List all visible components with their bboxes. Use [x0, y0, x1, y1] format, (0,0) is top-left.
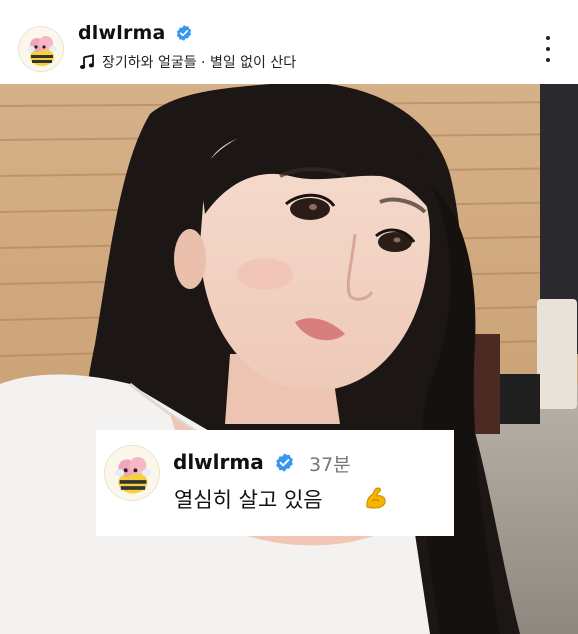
- comment-avatar[interactable]: [104, 445, 160, 501]
- story-photo[interactable]: dlwlrma 37분 열심히 살고 있음: [0, 84, 578, 634]
- more-options-button[interactable]: [536, 34, 560, 64]
- selfie-photo-illustration: [0, 84, 578, 634]
- bee-character-icon: [105, 446, 159, 500]
- verified-badge-icon: [176, 25, 192, 41]
- music-note-icon: [80, 54, 94, 69]
- bee-character-icon: [19, 27, 63, 71]
- verified-badge-icon: [276, 453, 293, 472]
- flexed-biceps-icon: [366, 487, 386, 509]
- header-username[interactable]: dlwlrma: [78, 22, 166, 44]
- more-dot: [546, 58, 550, 62]
- comment-username[interactable]: dlwlrma: [173, 450, 264, 474]
- story-header: dlwlrma 장기하와 얼굴들 · 별일 없이 산다: [0, 0, 578, 84]
- more-dot: [546, 47, 550, 51]
- more-dot: [546, 36, 550, 40]
- comment-card[interactable]: dlwlrma 37분 열심히 살고 있음: [96, 430, 454, 536]
- music-track-label[interactable]: 장기하와 얼굴들 · 별일 없이 산다: [102, 52, 296, 72]
- comment-text: 열심히 살고 있음: [174, 488, 323, 512]
- profile-avatar[interactable]: [18, 26, 64, 72]
- comment-timestamp: 37분: [309, 454, 351, 476]
